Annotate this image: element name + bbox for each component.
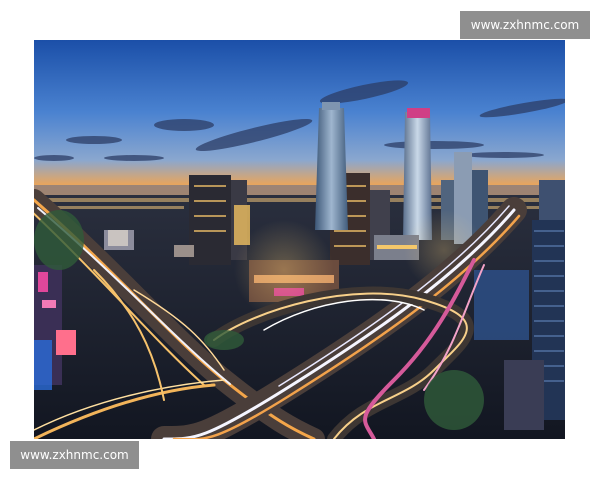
watermark-top-right: www.zxhnmc.com [460, 11, 590, 39]
city-night-photo [34, 40, 565, 439]
page: www.zxhnmc.com www.zxhnmc.com [0, 0, 600, 480]
watermark-bottom-left: www.zxhnmc.com [10, 441, 139, 469]
